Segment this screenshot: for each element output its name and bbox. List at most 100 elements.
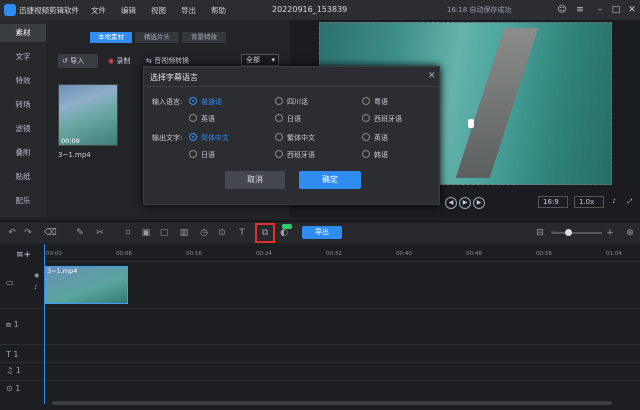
mask-icon[interactable]: ◐: [278, 227, 290, 239]
radio-input-spanish[interactable]: [362, 114, 370, 122]
media-filter-select[interactable]: 全部 ▾: [241, 54, 279, 66]
input-language-label: 输入语言:: [152, 98, 183, 106]
radio-label: 韩语: [374, 151, 388, 159]
track-divider: [0, 380, 640, 381]
music-track-icon: ♫ 1: [6, 366, 21, 375]
volume-icon[interactable]: ♪: [608, 197, 620, 209]
confirm-button[interactable]: 确定: [299, 171, 361, 189]
zoom-in-icon[interactable]: +: [604, 227, 616, 239]
time-ruler[interactable]: 00:00 00:08 00:16 00:24 00:32 00:40 00:4…: [44, 244, 640, 262]
track-divider: [0, 344, 640, 345]
import-button[interactable]: ↺ 导入: [58, 54, 98, 68]
tick-label: 01:04: [606, 251, 622, 257]
radio-input-english[interactable]: [189, 114, 197, 122]
subtitle-recognition-icon[interactable]: ⧉: [259, 227, 271, 239]
edit-icon[interactable]: ✎: [74, 227, 86, 239]
sidebar-item-filter[interactable]: 滤镜: [0, 120, 46, 138]
zoom-slider-handle[interactable]: [565, 229, 572, 236]
sidebar-item-transition[interactable]: 转场: [0, 96, 46, 114]
timeline-clip-name: 3~1.mp4: [47, 267, 78, 275]
freeze-icon[interactable]: ▢: [158, 227, 170, 239]
zoom-slider[interactable]: [552, 232, 602, 234]
radio-output-traditional[interactable]: [275, 133, 283, 141]
mic-icon[interactable]: ⊙: [216, 227, 228, 239]
radio-output-korean[interactable]: [362, 150, 370, 158]
dialog-divider: [144, 86, 441, 87]
video-track-icon: ▭: [6, 278, 14, 287]
crop-icon[interactable]: ⌗: [122, 227, 134, 239]
menu-edit[interactable]: 编辑: [121, 5, 136, 16]
tick-label: 00:40: [396, 251, 412, 257]
tick-label: 00:56: [536, 251, 552, 257]
video-frame-road: [455, 28, 539, 178]
radio-input-sichuanese[interactable]: [275, 97, 283, 105]
menu-help[interactable]: 帮助: [211, 5, 226, 16]
sidebar-item-music[interactable]: 配乐: [0, 192, 46, 210]
cancel-button[interactable]: 取消: [225, 171, 285, 189]
prev-frame-icon[interactable]: ◀: [445, 197, 457, 209]
chevron-down-icon: ▾: [271, 56, 275, 64]
sidebar-item-overlay[interactable]: 叠附: [0, 144, 46, 162]
title-bar: 迅捷视频剪辑软件 文件 编辑 视图 导出 帮助 20220916_153839 …: [0, 0, 640, 20]
split-icon[interactable]: ✂: [94, 227, 106, 239]
speed-select[interactable]: 1.0x: [574, 196, 604, 208]
radio-input-japanese[interactable]: [275, 114, 283, 122]
record-button[interactable]: ◉ 录制: [108, 54, 130, 68]
timeline-scrollbar[interactable]: [52, 401, 612, 405]
user-icon[interactable]: ☺: [555, 3, 569, 17]
radio-input-mandarin[interactable]: [189, 97, 197, 105]
minimize-icon[interactable]: –: [593, 3, 607, 17]
clip-duration: 00:09: [61, 137, 80, 145]
tick-label: 00:32: [326, 251, 342, 257]
tick-label: 00:00: [46, 251, 62, 257]
aspect-ratio-select[interactable]: 16:9: [538, 196, 568, 208]
redo-icon[interactable]: ↷: [22, 227, 34, 239]
track-visibility-icon[interactable]: ◉: [34, 272, 39, 279]
storyboard-icon[interactable]: ▥: [178, 227, 190, 239]
text-to-speech-icon[interactable]: T: [236, 227, 248, 239]
sidebar-item-text[interactable]: 文字: [0, 48, 46, 66]
tab-backgrounds[interactable]: 背景特效: [182, 32, 226, 43]
radio-input-cantonese[interactable]: [362, 97, 370, 105]
save-status: 16:18 自动保存成功: [447, 6, 512, 14]
close-icon[interactable]: ✕: [428, 71, 436, 81]
import-icon: ↺: [62, 57, 71, 65]
delete-icon[interactable]: ⌫: [44, 227, 57, 239]
tab-local-media[interactable]: 本地素材: [90, 32, 132, 43]
fullscreen-icon[interactable]: ⤢: [624, 197, 636, 209]
sidebar-item-material[interactable]: 素材: [0, 24, 46, 42]
sidebar-item-sticker[interactable]: 贴纸: [0, 168, 46, 186]
app-logo-icon: [4, 4, 16, 16]
clock-icon[interactable]: ◷: [198, 227, 210, 239]
menu-view[interactable]: 视图: [151, 5, 166, 16]
sidebar-item-effects[interactable]: 特效: [0, 72, 46, 90]
pip-icon[interactable]: ▣: [140, 227, 152, 239]
add-track-icon[interactable]: ≡+: [16, 250, 31, 260]
radio-label: 普通话: [201, 98, 222, 106]
menu-file[interactable]: 文件: [91, 5, 106, 16]
zoom-reset-icon[interactable]: ⊕: [624, 227, 636, 239]
export-button[interactable]: 导出: [302, 226, 342, 239]
next-frame-icon[interactable]: ▶: [473, 197, 485, 209]
menu-icon[interactable]: ≡: [573, 3, 587, 17]
radio-label: 日语: [201, 151, 215, 159]
menu-export[interactable]: 导出: [181, 5, 196, 16]
voice-track-icon: ⊙ 1: [6, 384, 21, 393]
track-mute-icon[interactable]: ♪: [34, 284, 38, 291]
convert-icon: ⇆: [146, 57, 155, 65]
radio-output-simplified[interactable]: [189, 133, 197, 141]
fit-icon[interactable]: ⊟: [534, 227, 546, 239]
maximize-icon[interactable]: □: [609, 3, 623, 17]
radio-output-spanish[interactable]: [275, 150, 283, 158]
timeline-toolbar: ↶ ↷ ⌫ ✎ ✂ ⌗ ▣ ▢ ▥ ◷ ⊙ T ⧉ ◐ 导出 ⊟ − + ⊕: [0, 221, 640, 243]
radio-output-english[interactable]: [362, 133, 370, 141]
document-title: 20220916_153839: [272, 5, 348, 14]
radio-output-japanese[interactable]: [189, 150, 197, 158]
close-icon[interactable]: ✕: [625, 3, 639, 17]
playhead[interactable]: [44, 244, 45, 404]
play-icon[interactable]: ▶: [459, 197, 471, 209]
undo-icon[interactable]: ↶: [6, 227, 18, 239]
track-divider: [0, 362, 640, 363]
radio-label: 日语: [287, 115, 301, 123]
tab-intros[interactable]: 精选片头: [135, 32, 179, 43]
